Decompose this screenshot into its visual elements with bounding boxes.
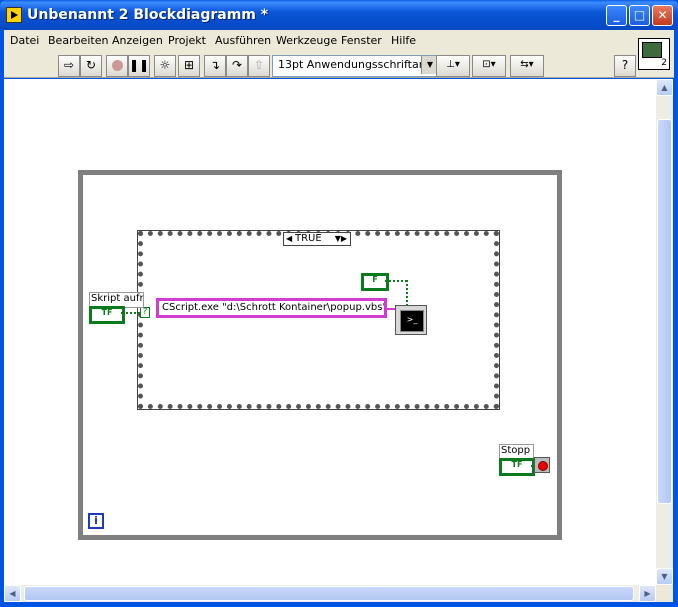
vertical-scroll-thumb[interactable] bbox=[657, 119, 672, 504]
horizontal-scroll-thumb[interactable] bbox=[24, 586, 634, 601]
string-wire bbox=[387, 308, 395, 310]
horizontal-scrollbar[interactable]: ◀ ▶ bbox=[4, 585, 656, 602]
case-selector-value: TRUE bbox=[295, 233, 322, 244]
bool-wire-h bbox=[385, 280, 407, 282]
abort-icon[interactable] bbox=[106, 55, 128, 77]
minimize-button[interactable]: _ bbox=[606, 5, 627, 26]
system-exec-vi[interactable]: >_ bbox=[395, 305, 427, 335]
toolbar: ⇨ ↻ ❚❚ ☼ ⊞ ↴ ↷ ⇧ 13pt Anwendungsschrifta… bbox=[4, 52, 674, 78]
stop-bool-terminal[interactable]: TF bbox=[499, 458, 535, 476]
pause-icon[interactable]: ❚❚ bbox=[128, 55, 150, 77]
case-structure[interactable] bbox=[137, 230, 500, 410]
help-icon[interactable]: ? bbox=[614, 55, 636, 77]
case-dropdown-icon[interactable]: ▼▶ bbox=[335, 233, 347, 245]
font-select-value: 13pt Anwendungsschriftart bbox=[278, 58, 428, 71]
vi-icon-graphic bbox=[642, 42, 662, 58]
run-arrow-icon[interactable]: ⇨ bbox=[58, 55, 80, 77]
false-constant[interactable]: F bbox=[361, 273, 389, 291]
bool-terminal-text: TF bbox=[92, 309, 122, 321]
script-bool-terminal[interactable]: TF bbox=[89, 306, 125, 324]
menu-anzeigen[interactable]: Anzeigen bbox=[112, 34, 163, 47]
scrollbar-corner bbox=[656, 585, 673, 602]
maximize-button[interactable]: □ bbox=[629, 5, 650, 26]
menu-bar: Datei Bearbeiten Anzeigen Projekt Ausfüh… bbox=[4, 30, 674, 52]
terminal-icon: >_ bbox=[400, 310, 424, 332]
menu-hilfe[interactable]: Hilfe bbox=[391, 34, 416, 47]
menu-projekt[interactable]: Projekt bbox=[168, 34, 206, 47]
loop-condition-terminal[interactable] bbox=[534, 457, 550, 473]
command-string-constant[interactable]: CScript.exe "d:\Schrott Kontainer\popup.… bbox=[156, 298, 387, 318]
step-out-icon[interactable]: ⇧ bbox=[248, 55, 270, 77]
reorder-icon[interactable]: ⇆▾ bbox=[510, 55, 544, 77]
align-icon[interactable]: ⊥▾ bbox=[436, 55, 470, 77]
highlight-execution-icon[interactable]: ☼ bbox=[154, 55, 176, 77]
scroll-up-icon[interactable]: ▲ bbox=[656, 79, 673, 96]
case-selector-terminal[interactable]: ? bbox=[140, 307, 150, 318]
labview-app-icon[interactable] bbox=[6, 7, 22, 23]
case-prev-arrow-icon[interactable]: ◀ bbox=[286, 233, 292, 245]
stop-terminal-text: TF bbox=[502, 461, 532, 473]
run-continuously-icon[interactable]: ↻ bbox=[80, 55, 102, 77]
vertical-scrollbar[interactable]: ▲ ▼ bbox=[656, 79, 673, 585]
menu-fenster[interactable]: Fenster bbox=[341, 34, 382, 47]
title-bar[interactable]: Unbenannt 2 Blockdiagramm * _ □ ✕ bbox=[0, 0, 678, 30]
scroll-left-icon[interactable]: ◀ bbox=[4, 585, 21, 602]
step-into-icon[interactable]: ↴ bbox=[204, 55, 226, 77]
window-title: Unbenannt 2 Blockdiagramm * bbox=[27, 7, 269, 23]
bool-wire-to-selector bbox=[121, 312, 140, 314]
font-select[interactable]: 13pt Anwendungsschriftart ▼ bbox=[272, 55, 439, 77]
case-selector[interactable]: ◀ TRUE ▼▶ bbox=[283, 232, 351, 246]
scroll-down-icon[interactable]: ▼ bbox=[656, 568, 673, 585]
connector-number: 2 bbox=[661, 58, 667, 68]
close-button[interactable]: ✕ bbox=[652, 5, 673, 26]
menu-ausfuehren[interactable]: Ausführen bbox=[215, 34, 271, 47]
stop-condition-icon bbox=[538, 461, 548, 471]
bool-wire-v bbox=[406, 280, 408, 306]
false-constant-text: F bbox=[364, 276, 386, 288]
distribute-icon[interactable]: ⊡▾ bbox=[472, 55, 506, 77]
menu-werkzeuge[interactable]: Werkzeuge bbox=[276, 34, 337, 47]
iteration-terminal[interactable]: i bbox=[88, 513, 104, 529]
menu-bearbeiten[interactable]: Bearbeiten bbox=[48, 34, 108, 47]
vi-icon-connector-pane[interactable]: 2 bbox=[638, 38, 670, 70]
scroll-right-icon[interactable]: ▶ bbox=[639, 585, 656, 602]
step-over-icon[interactable]: ↷ bbox=[226, 55, 248, 77]
retain-wire-values-icon[interactable]: ⊞ bbox=[178, 55, 200, 77]
menu-datei[interactable]: Datei bbox=[10, 34, 39, 47]
